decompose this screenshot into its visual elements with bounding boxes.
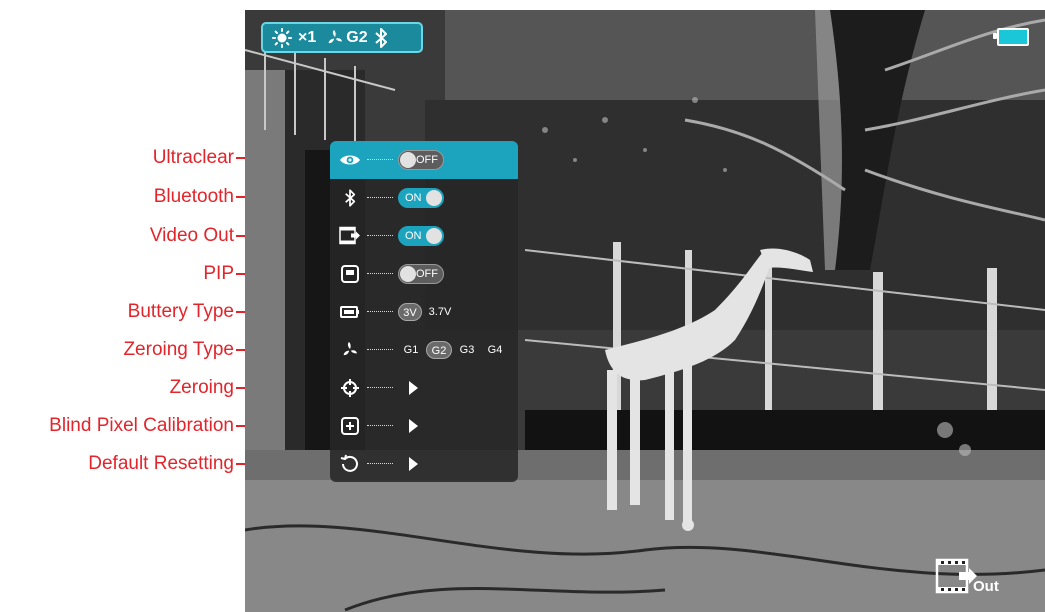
leader-dots bbox=[367, 387, 393, 388]
leader-dots bbox=[367, 159, 393, 160]
leader-dots bbox=[367, 349, 393, 350]
play-arrow-icon[interactable] bbox=[409, 457, 418, 471]
annotation-label: PIP bbox=[203, 263, 234, 284]
toggle-state: OFF bbox=[416, 154, 438, 166]
annotation-label: Bluetooth bbox=[153, 186, 234, 207]
status-bar: ×1 G2 bbox=[261, 22, 423, 53]
menu-item-video-out[interactable]: ON bbox=[330, 217, 518, 255]
leader-dots bbox=[367, 235, 393, 236]
battery-fill bbox=[997, 28, 1029, 46]
settings-menu: OFF ON ON OFF 3V 3.7V G1 G2 G3 G4 bbox=[330, 141, 518, 482]
ultraclear-toggle[interactable]: OFF bbox=[398, 150, 444, 170]
plus-square-icon bbox=[339, 415, 361, 437]
pip-toggle[interactable]: OFF bbox=[398, 264, 444, 284]
video-out-label: Out bbox=[973, 578, 999, 595]
menu-item-blind-pixel[interactable] bbox=[330, 407, 518, 445]
menu-item-zeroing-type[interactable]: G1 G2 G3 G4 bbox=[330, 331, 518, 369]
toggle-state: ON bbox=[405, 230, 422, 242]
video-out-indicator: Out bbox=[935, 558, 1005, 598]
play-arrow-icon[interactable] bbox=[409, 381, 418, 395]
battery-indicator bbox=[993, 28, 1029, 46]
toggle-knob bbox=[426, 228, 442, 244]
zoom-level: ×1 bbox=[298, 28, 317, 46]
annotation-label: Blind Pixel Calibration bbox=[49, 415, 234, 436]
battery-option-3-7v[interactable]: 3.7V bbox=[425, 303, 455, 321]
bluetooth-icon bbox=[339, 187, 361, 209]
bluetooth-icon bbox=[374, 27, 388, 48]
zeroing-option-g1[interactable]: G1 bbox=[400, 341, 422, 359]
zeroing-profile: G2 bbox=[346, 28, 368, 46]
zeroing-fan-icon bbox=[326, 29, 344, 47]
zeroing-option-g2[interactable]: G2 bbox=[426, 341, 452, 359]
zeroing-fan-icon bbox=[339, 339, 361, 361]
toggle-knob bbox=[400, 266, 416, 282]
annotation-label: Default Resetting bbox=[88, 453, 234, 474]
menu-item-pip[interactable]: OFF bbox=[330, 255, 518, 293]
leader-dots bbox=[367, 273, 393, 274]
leader-dots bbox=[367, 197, 393, 198]
leader-dots bbox=[367, 425, 393, 426]
leader-dots bbox=[367, 311, 393, 312]
menu-item-default-reset[interactable] bbox=[330, 445, 518, 482]
menu-item-ultraclear[interactable]: OFF bbox=[330, 141, 518, 179]
battery-option-3v[interactable]: 3V bbox=[398, 303, 422, 321]
zeroing-option-g4[interactable]: G4 bbox=[484, 341, 506, 359]
play-arrow-icon[interactable] bbox=[409, 419, 418, 433]
menu-item-zeroing[interactable] bbox=[330, 369, 518, 407]
annotation-label: Buttery Type bbox=[127, 301, 234, 322]
zeroing-option-g3[interactable]: G3 bbox=[456, 341, 478, 359]
thermal-viewport: ×1 G2 Out OFF ON ON OFF 3V 3.7V G1 G2 G3… bbox=[245, 10, 1045, 612]
annotation-label: Zeroing Type bbox=[123, 339, 234, 360]
video-out-icon bbox=[339, 225, 361, 247]
sun-icon bbox=[272, 27, 292, 48]
reset-icon bbox=[339, 453, 361, 475]
menu-item-battery-type[interactable]: 3V 3.7V bbox=[330, 293, 518, 331]
pip-icon bbox=[339, 263, 361, 285]
bluetooth-toggle[interactable]: ON bbox=[398, 188, 444, 208]
toggle-knob bbox=[426, 190, 442, 206]
annotation-label: Ultraclear bbox=[152, 147, 234, 168]
toggle-state: OFF bbox=[416, 268, 438, 280]
eye-icon bbox=[339, 149, 361, 171]
crosshair-icon bbox=[339, 377, 361, 399]
battery-icon bbox=[339, 301, 361, 323]
toggle-knob bbox=[400, 152, 416, 168]
leader-dots bbox=[367, 463, 393, 464]
toggle-state: ON bbox=[405, 192, 422, 204]
video-out-toggle[interactable]: ON bbox=[398, 226, 444, 246]
annotation-label: Zeroing bbox=[169, 377, 234, 398]
menu-item-bluetooth[interactable]: ON bbox=[330, 179, 518, 217]
annotation-label: Video Out bbox=[149, 225, 234, 246]
